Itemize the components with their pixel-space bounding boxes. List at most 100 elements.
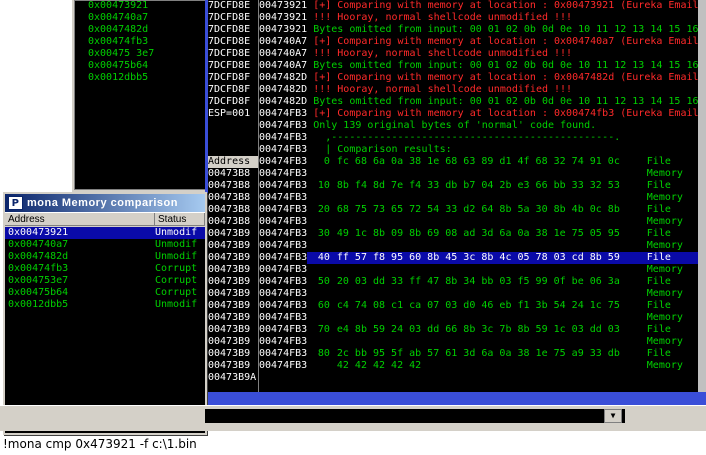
log-address: 00474FB3 — [259, 108, 308, 119]
log-address: 00474FB3 — [259, 144, 308, 155]
log-address: 004740A7 — [259, 36, 308, 47]
log-text: [+] Comparing with memory at location : … — [307, 72, 705, 83]
row-bytes: fc 68 6a 0a 38 1e 68 63 89 d1 4f 68 32 7… — [336, 156, 620, 167]
row-address: 0x0047482d — [8, 251, 69, 262]
row-bytes — [333, 336, 647, 348]
row-offset: 30 — [317, 228, 330, 239]
mona-table-body: 0x00473921 Unmodif 0x004740a7 Unmodif 0x0047… — [5, 227, 205, 433]
log-text: | Comparison results: — [307, 144, 452, 155]
table-row[interactable]: 0x0012dbb5 Unmodif — [5, 299, 205, 311]
disasm-row: 00473B9 — [208, 324, 251, 335]
mona-window-title[interactable]: P mona Memory comparison — [5, 194, 205, 212]
row-offset — [307, 192, 333, 204]
disasm-row: 00473B9A — [208, 372, 257, 383]
disasm-row: 00473B9 — [208, 288, 251, 299]
disasm-row: 7DCFD8E — [208, 12, 251, 23]
log-text: Bytes omitted from input: 00 01 02 0b 0d… — [307, 60, 706, 71]
table-row: 00474FB3 Memory — [259, 264, 706, 276]
row-status: Unmodif — [155, 239, 198, 250]
row-bytes: e4 8b 59 24 03 dd 66 8b 3c 7b 8b 59 1c 0… — [336, 324, 620, 335]
disasm-row: 00473B8 — [208, 216, 251, 227]
table-row[interactable]: 0x004753e7 Corrupt — [5, 275, 205, 287]
table-row: 00474FB3 10 8b f4 8d 7e f4 33 db b7 04 2b … — [259, 180, 706, 192]
log-line: 00474FB3 [+] Comparing with memory at lo… — [259, 108, 706, 120]
row-address: 00474FB3 — [259, 348, 308, 359]
table-row: 00474FB3 50 20 03 dd 33 ff 47 8b 34 bb 03 … — [259, 276, 706, 288]
command-input[interactable]: !mona cmp 0x473921 -f c:\1.bin — [3, 436, 197, 452]
table-row: 00474FB3 30 49 1c 8b 09 8b 69 08 ad 3d 6a … — [259, 228, 706, 240]
row-bytes — [333, 240, 647, 252]
log-text: Bytes omitted from input: 00 01 02 0b 0d… — [307, 96, 706, 107]
vertical-scrollbar[interactable] — [698, 0, 706, 392]
row-status: Unmodif — [155, 299, 198, 310]
row-address: 0x00473921 — [8, 227, 69, 238]
row-bytes: 42 42 42 42 42 — [336, 360, 422, 371]
row-address: 0x00475b64 — [8, 287, 69, 298]
table-row[interactable]: 0x0047482d Unmodif — [5, 251, 205, 263]
disasm-row: 00473B9 — [208, 360, 251, 371]
row-address: 0x004753e7 — [8, 275, 69, 286]
disasm-row: 00473B9 — [208, 336, 251, 347]
row-address: 00474FB3 — [259, 228, 308, 239]
log-address: 0047482D — [259, 84, 308, 95]
row-bytes: 68 75 73 65 72 54 33 d2 64 8b 5a 30 8b 4… — [336, 204, 620, 215]
stack-address: 0x00474fb3 — [88, 36, 149, 47]
disasm-row: 7DCFD8E — [208, 48, 251, 59]
column-status[interactable]: Status — [155, 213, 205, 225]
mona-logo-icon: P — [8, 196, 23, 210]
table-row[interactable]: 0x00474fb3 Corrupt — [5, 263, 205, 275]
stack-address: 0x00473921 — [88, 0, 149, 11]
row-address: 0x00474fb3 — [8, 263, 69, 274]
column-address[interactable]: Address — [5, 213, 155, 225]
row-bytes — [333, 168, 647, 180]
table-row[interactable]: 0x00475b64 Corrupt — [5, 287, 205, 299]
row-offset: 50 — [317, 276, 330, 287]
disasm-row: 00473B9 — [208, 264, 251, 275]
log-address: 0047482D — [259, 96, 308, 107]
table-row: 00474FB3 80 2c bb 95 5f ab 57 61 3d 6a 0a … — [259, 348, 706, 360]
table-row[interactable]: 0x004740a7 Unmodif — [5, 239, 205, 251]
log-address: 00473921 — [259, 0, 308, 11]
row-bytes: c4 74 08 c1 ca 07 03 d0 46 eb f1 3b 54 2… — [336, 300, 620, 311]
row-address: 00474FB3 — [259, 240, 308, 251]
command-bar: ▼ — [0, 405, 706, 431]
log-text: Bytes omitted from input: 00 01 02 0b 0d… — [307, 24, 706, 35]
table-row[interactable]: 0x00473921 Unmodif — [5, 227, 205, 239]
row-offset — [307, 264, 333, 276]
row-status: Corrupt — [155, 275, 198, 286]
row-address: 00474FB3 — [259, 336, 308, 347]
row-bytes — [333, 288, 647, 300]
log-lines: 00473921 [+] Comparing with memory at lo… — [259, 0, 706, 156]
stack-window[interactable]: 0x00473921 0x004740a7 0x0047482d 0x00474fb3… — [72, 0, 212, 192]
disasm-row: 7DCFD8F — [208, 84, 251, 95]
disasm-row: 00473B9 — [208, 228, 251, 239]
row-status: Corrupt — [155, 263, 198, 274]
row-address: 00474FB3 — [259, 312, 308, 323]
disasm-row: ESP=001 — [208, 108, 251, 119]
log-line: 0047482D Bytes omitted from input: 00 01… — [259, 96, 706, 108]
disasm-row: 7DCFD8E — [208, 60, 251, 71]
command-history-field[interactable] — [205, 409, 625, 423]
row-address: 00474FB3 — [259, 204, 308, 215]
stack-address: 0x00475 3e7 — [88, 48, 155, 59]
row-address: 00474FB3 — [259, 252, 308, 263]
log-output-pane[interactable]: 00473921 [+] Comparing with memory at lo… — [258, 0, 706, 392]
table-row: 00474FB3 20 68 75 73 65 72 54 33 d2 64 8b … — [259, 204, 706, 216]
table-row: 00474FB3 Memory — [259, 288, 706, 300]
log-text: [+] Comparing with memory at location : … — [307, 36, 705, 47]
mona-comparison-window[interactable]: P mona Memory comparison Address Status … — [3, 192, 207, 435]
mona-title-text: mona Memory comparison — [27, 197, 178, 209]
disasm-row: 00473B8 — [208, 168, 251, 179]
row-offset: 10 — [317, 180, 330, 191]
disasm-row: 7DCFD8E — [208, 36, 251, 47]
mona-table-header: Address Status — [5, 212, 205, 226]
disasm-row: 00473B9 — [208, 348, 251, 359]
log-window[interactable]: 7DCFD8E 7DCFD8E 7DCFD8E 7DCFD8E 7DCFD8E 7DCFD… — [205, 0, 706, 405]
disasm-row: 00473B9 — [208, 312, 251, 323]
log-text: !!! Hooray, normal shellcode unmodified … — [307, 48, 573, 59]
disasm-row: 00473B9 — [208, 276, 251, 287]
chevron-down-icon[interactable]: ▼ — [604, 409, 622, 423]
row-bytes: 2c bb 95 5f ab 57 61 3d 6a 0a 38 1e 75 a… — [336, 348, 620, 359]
disasm-row: 7DCFD8F — [208, 72, 251, 83]
table-row: 00474FB3 Memory — [259, 216, 706, 228]
